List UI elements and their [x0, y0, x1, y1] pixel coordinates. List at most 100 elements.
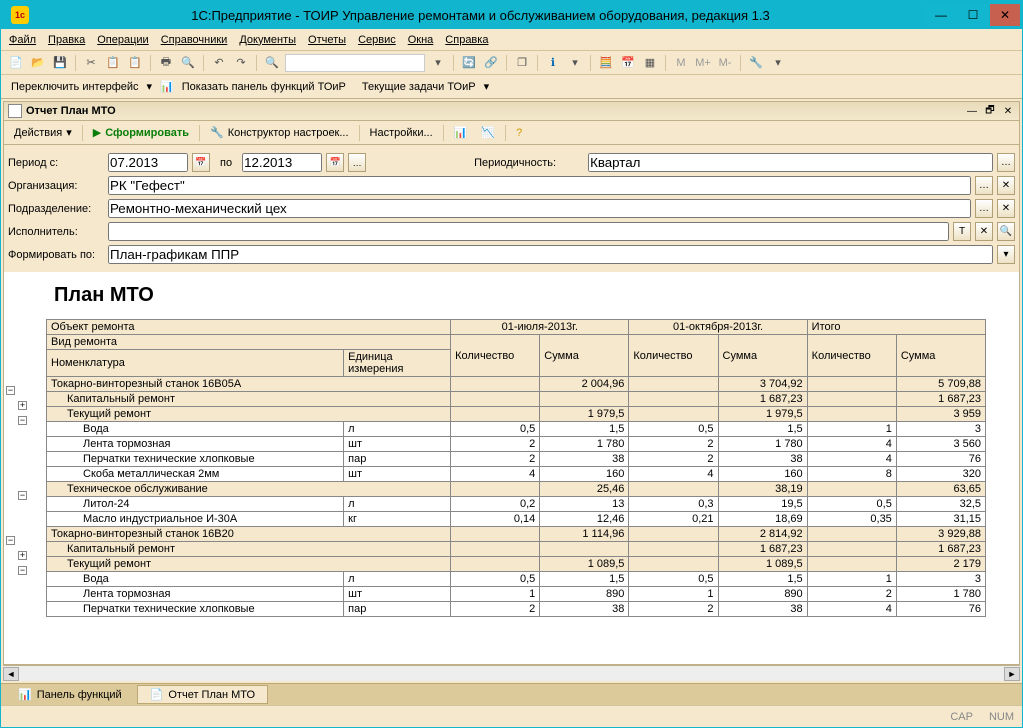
table-row[interactable]: Лента тормознаяшт1890189021 780	[47, 587, 986, 602]
show-panel-button[interactable]: Показать панель функций ТОиР	[178, 81, 350, 93]
collapse-icon[interactable]: −	[6, 536, 15, 545]
unit-clear-button[interactable]: ✕	[997, 199, 1015, 218]
undo-icon[interactable]: ↶	[210, 54, 228, 72]
exec-search-button[interactable]: 🔍	[997, 222, 1015, 241]
preview-icon[interactable]: 🔍	[179, 54, 197, 72]
collapse-icon[interactable]: −	[6, 386, 15, 395]
date-from-picker-icon[interactable]: 📅	[192, 153, 210, 172]
table-row[interactable]: Токарно-винторезный станок 16В201 114,96…	[47, 527, 986, 542]
doc-close-button[interactable]: ✕	[1001, 104, 1015, 118]
unit-input[interactable]	[108, 199, 971, 218]
scroll-right-icon[interactable]: ►	[1004, 667, 1020, 681]
tools-dropdown-icon[interactable]: ▾	[769, 54, 787, 72]
action-icon1[interactable]: 📊	[448, 124, 474, 141]
menu-operations[interactable]: Операции	[97, 34, 148, 46]
unit-select-button[interactable]: …	[975, 199, 993, 218]
list-icon[interactable]: ▦	[641, 54, 659, 72]
menu-help[interactable]: Справка	[445, 34, 488, 46]
calendar-icon[interactable]: 📅	[619, 54, 637, 72]
menu-references[interactable]: Справочники	[161, 34, 228, 46]
collapse-icon[interactable]: −	[18, 491, 27, 500]
periodicity-select-button[interactable]: …	[997, 153, 1015, 172]
switch-interface-button[interactable]: Переключить интерфейс	[7, 81, 143, 93]
redo-icon[interactable]: ↷	[232, 54, 250, 72]
constructor-button[interactable]: 🔧 Конструктор настроек...	[204, 124, 355, 141]
exec-clear-button[interactable]: ✕	[975, 222, 993, 241]
collapse-icon[interactable]: −	[18, 416, 27, 425]
expand-icon[interactable]: +	[18, 551, 27, 560]
tab-report[interactable]: 📄 Отчет План МТО	[137, 685, 268, 704]
table-row[interactable]: Токарно-винторезный станок 16В05А2 004,9…	[47, 377, 986, 392]
table-row[interactable]: Текущий ремонт1 089,51 089,52 179	[47, 557, 986, 572]
menu-windows[interactable]: Окна	[408, 34, 434, 46]
org-input[interactable]	[108, 176, 971, 195]
form-button[interactable]: ▶Сформировать	[87, 124, 195, 141]
search-dropdown-icon[interactable]: ▾	[429, 54, 447, 72]
search-input[interactable]	[285, 54, 425, 72]
switch-dropdown-icon[interactable]: ▾	[147, 80, 153, 93]
open-icon[interactable]: 📂	[29, 54, 47, 72]
scroll-left-icon[interactable]: ◄	[3, 667, 19, 681]
tools-icon[interactable]: 🔧	[747, 54, 765, 72]
table-row[interactable]: Литол-24л0,2130,319,50,532,5	[47, 497, 986, 512]
menu-service[interactable]: Сервис	[358, 34, 396, 46]
date-to-input[interactable]	[242, 153, 322, 172]
table-row[interactable]: Текущий ремонт1 979,51 979,53 959	[47, 407, 986, 422]
table-row[interactable]: Перчатки технические хлопковыепар2382384…	[47, 452, 986, 467]
table-row[interactable]: Лента тормознаяшт21 78021 78043 560	[47, 437, 986, 452]
current-tasks-button[interactable]: Текущие задачи ТОиР	[358, 81, 480, 93]
formby-input[interactable]	[108, 245, 993, 264]
tasks-dropdown-icon[interactable]: ▾	[484, 80, 490, 93]
doc-minimize-button[interactable]: —	[965, 104, 979, 118]
doc-restore-button[interactable]: 🗗	[983, 104, 997, 118]
panel-icon[interactable]: 📊	[160, 80, 174, 93]
menu-edit[interactable]: Правка	[48, 34, 85, 46]
org-clear-button[interactable]: ✕	[997, 176, 1015, 195]
link-icon[interactable]: 🔗	[482, 54, 500, 72]
m-plus-icon[interactable]: M+	[694, 54, 712, 72]
minimize-button[interactable]: —	[926, 4, 956, 26]
exec-input[interactable]	[108, 222, 949, 241]
windows-icon[interactable]: ❐	[513, 54, 531, 72]
horizontal-scrollbar[interactable]: ◄ ►	[3, 665, 1020, 681]
settings-button[interactable]: Настройки...	[364, 125, 439, 141]
search-icon[interactable]: 🔍	[263, 54, 281, 72]
maximize-button[interactable]: ☐	[958, 4, 988, 26]
formby-dropdown-button[interactable]: ▾	[997, 245, 1015, 264]
table-row[interactable]: Масло индустриальное И-30Акг0,1412,460,2…	[47, 512, 986, 527]
collapse-icon[interactable]: −	[18, 566, 27, 575]
paste-icon[interactable]: 📋	[126, 54, 144, 72]
table-row[interactable]: Перчатки технические хлопковыепар2382384…	[47, 602, 986, 617]
m-icon[interactable]: M	[672, 54, 690, 72]
copy-icon[interactable]: 📋	[104, 54, 122, 72]
refresh-icon[interactable]: 🔄	[460, 54, 478, 72]
expand-icon[interactable]: +	[18, 401, 27, 410]
info-dropdown-icon[interactable]: ▾	[566, 54, 584, 72]
print-icon[interactable]: 🖶	[157, 54, 175, 72]
table-row[interactable]: Водал0,51,50,51,513	[47, 422, 986, 437]
close-button[interactable]: ✕	[990, 4, 1020, 26]
info-icon[interactable]: ℹ	[544, 54, 562, 72]
table-row[interactable]: Водал0,51,50,51,513	[47, 572, 986, 587]
periodicity-input[interactable]	[588, 153, 993, 172]
cut-icon[interactable]: ✂	[82, 54, 100, 72]
m-minus-icon[interactable]: M-	[716, 54, 734, 72]
menu-reports[interactable]: Отчеты	[308, 34, 346, 46]
report-area[interactable]: −+−−−+− План МТО Объект ремонта 01-июля-…	[3, 272, 1020, 665]
org-select-button[interactable]: …	[975, 176, 993, 195]
table-row[interactable]: Скоба металлическая 2ммшт416041608320	[47, 467, 986, 482]
date-from-input[interactable]	[108, 153, 188, 172]
action-icon2[interactable]: 📉	[475, 124, 501, 141]
menu-documents[interactable]: Документы	[239, 34, 296, 46]
actions-button[interactable]: Действия ▾	[8, 124, 78, 141]
table-row[interactable]: Капитальный ремонт1 687,231 687,23	[47, 392, 986, 407]
date-to-picker-icon[interactable]: 📅	[326, 153, 344, 172]
menu-file[interactable]: Файл	[9, 34, 36, 46]
tab-panel[interactable]: 📊 Панель функций	[5, 685, 135, 704]
calc-icon[interactable]: 🧮	[597, 54, 615, 72]
table-row[interactable]: Капитальный ремонт1 687,231 687,23	[47, 542, 986, 557]
save-icon[interactable]: 💾	[51, 54, 69, 72]
new-icon[interactable]: 📄	[7, 54, 25, 72]
exec-type-button[interactable]: T	[953, 222, 971, 241]
help-icon[interactable]: ?	[510, 125, 528, 141]
